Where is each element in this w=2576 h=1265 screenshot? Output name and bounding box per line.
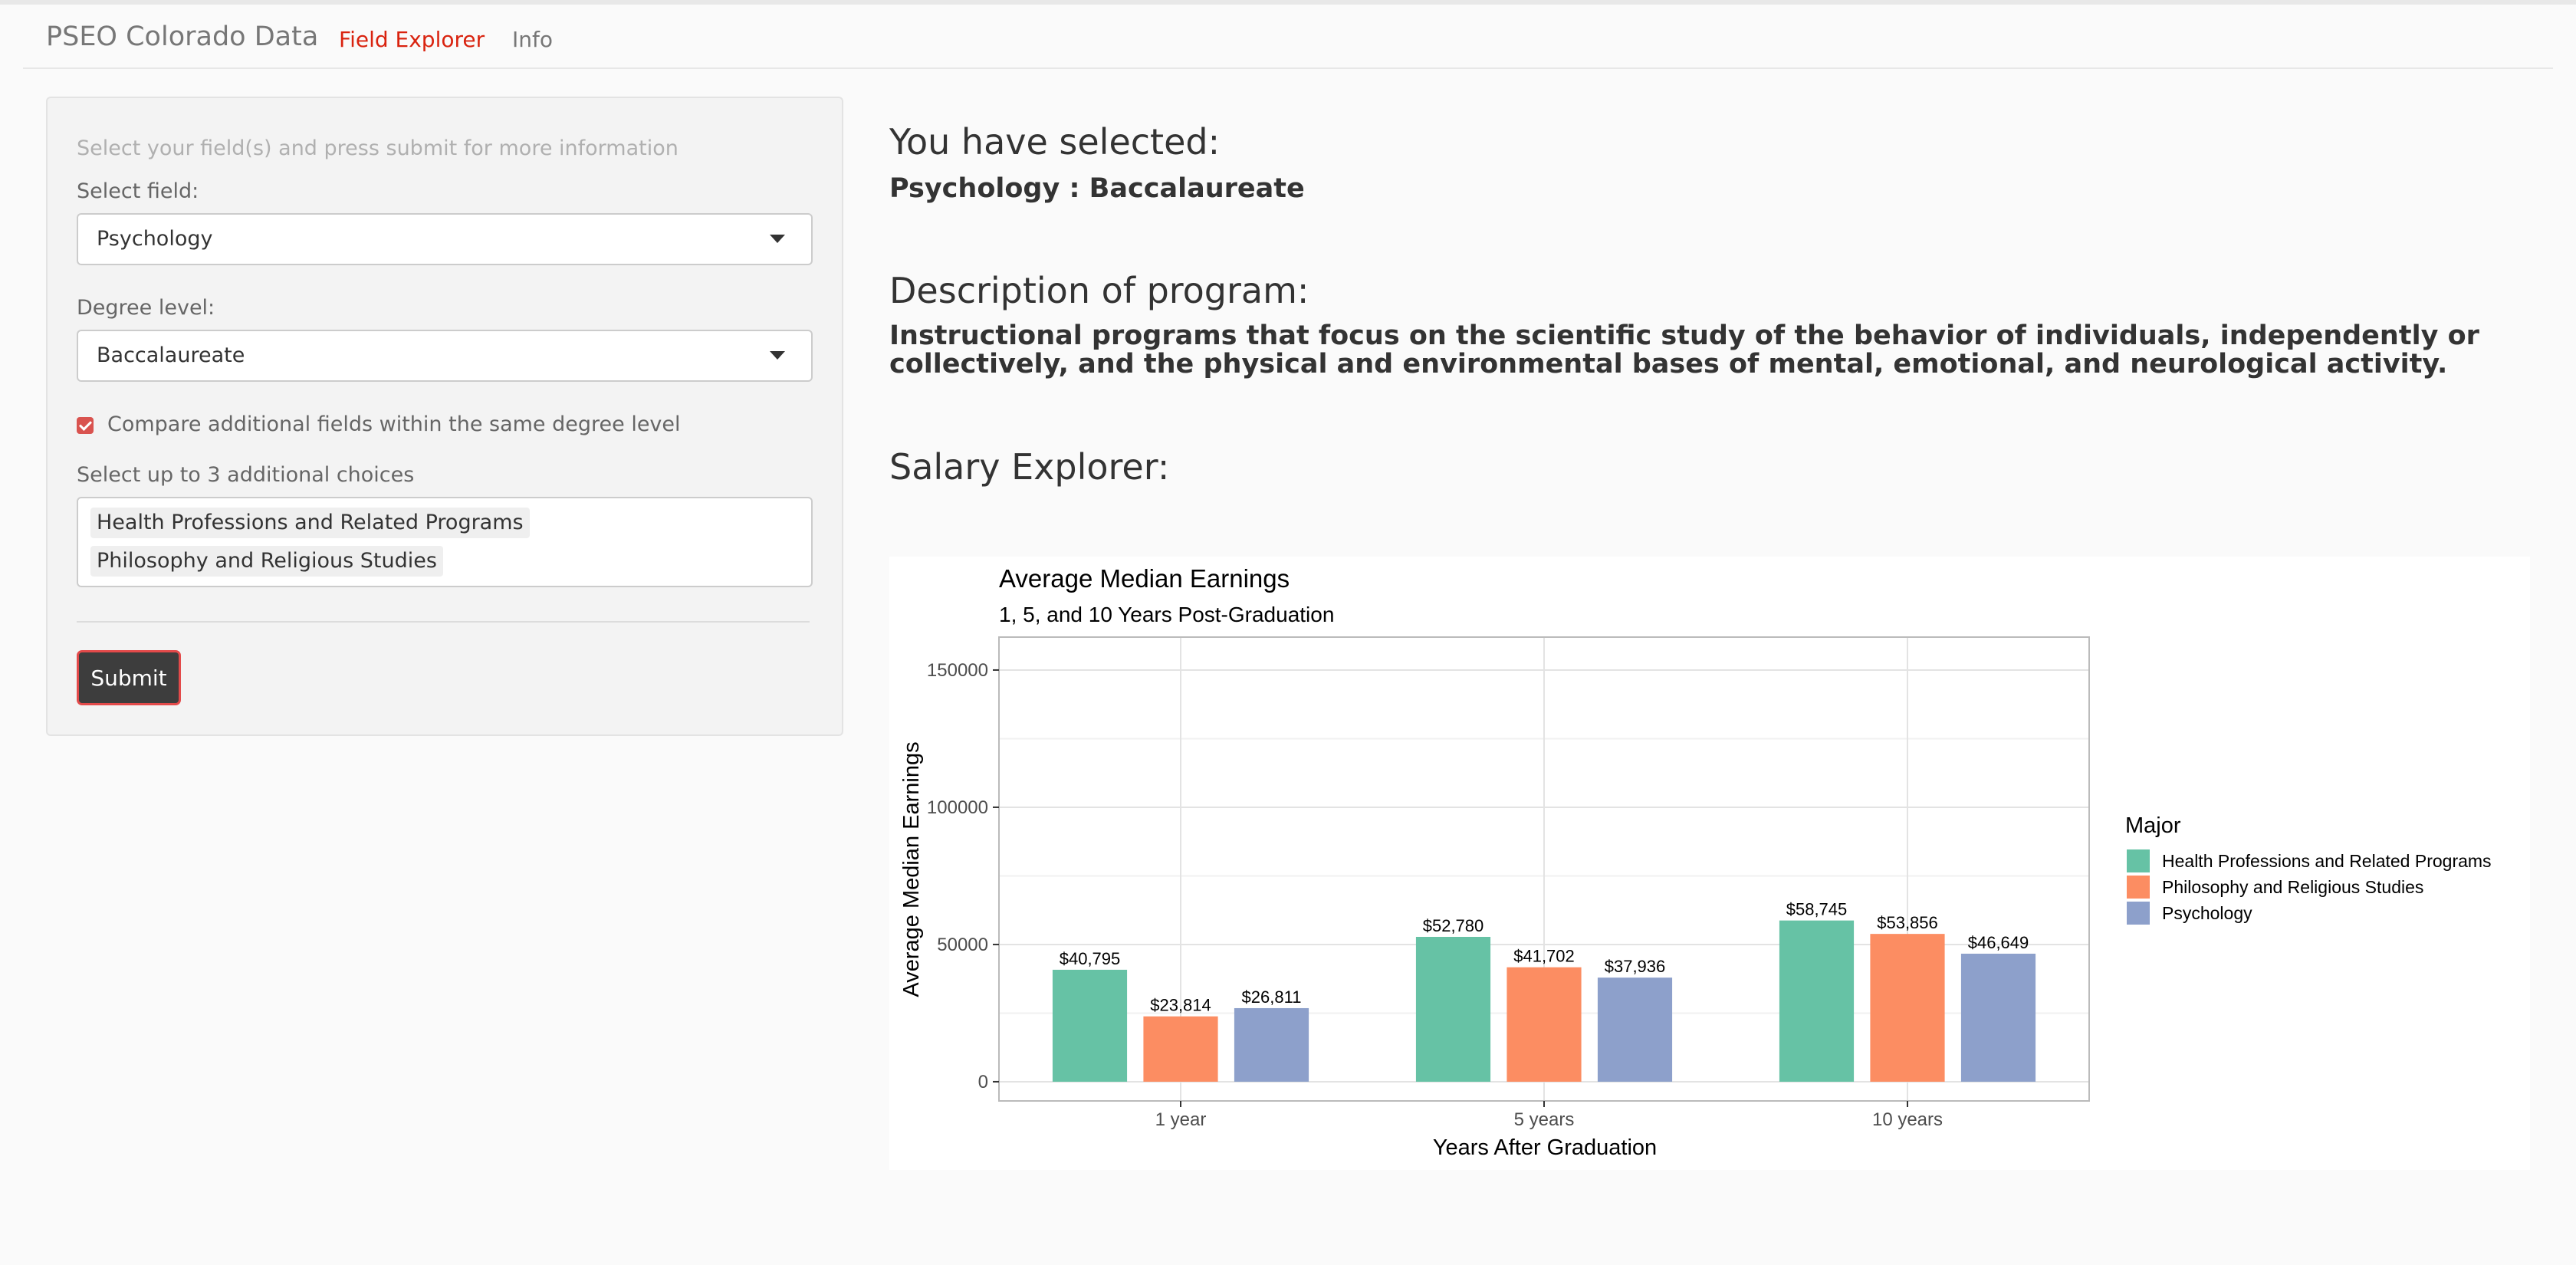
- field-select-value: Psychology: [97, 227, 213, 251]
- chevron-down-icon: [770, 235, 785, 243]
- bar-value-label: $40,795: [1060, 949, 1121, 968]
- field-select[interactable]: Psychology: [77, 213, 813, 265]
- x-axis-ticks: 1 year 5 years 10 years: [1155, 1101, 1943, 1130]
- submit-button[interactable]: Submit: [77, 650, 181, 705]
- chart-subtitle: 1, 5, and 10 Years Post-Graduation: [999, 603, 1334, 626]
- compare-checkbox[interactable]: [77, 417, 94, 434]
- bar-value-label: $46,649: [1968, 933, 2029, 952]
- description-heading: Description of program:: [889, 270, 1309, 311]
- selected-choice-chip[interactable]: Health Professions and Related Programs: [90, 508, 530, 538]
- app-brand[interactable]: PSEO Colorado Data: [46, 21, 318, 52]
- legend-label: Philosophy and Religious Studies: [2162, 877, 2423, 897]
- y-axis-ticks: 0 50000 100000 150000: [927, 660, 999, 1092]
- x-tick-label: 5 years: [1514, 1109, 1575, 1130]
- bar: [1960, 953, 2036, 1082]
- legend-label: Psychology: [2162, 903, 2252, 923]
- navbar: PSEO Colorado Data Field Explorer Info: [23, 5, 2553, 69]
- bar: [1234, 1007, 1309, 1082]
- chart-title: Average Median Earnings: [999, 564, 1290, 593]
- earnings-bar-chart: Average Median Earnings 1, 5, and 10 Yea…: [899, 564, 2492, 1160]
- legend-swatch: [2127, 849, 2150, 872]
- additional-choices-input[interactable]: Health Professions and Related Programs …: [77, 497, 813, 587]
- x-axis-title: Years After Graduation: [1433, 1135, 1657, 1160]
- description-text: Instructional programs that focus on the…: [889, 320, 2479, 380]
- bar: [1052, 969, 1128, 1082]
- bar-value-label: $23,814: [1150, 996, 1211, 1015]
- bar-value-label: $37,936: [1605, 957, 1666, 976]
- legend-swatch: [2127, 902, 2150, 925]
- degree-select-value: Baccalaureate: [97, 343, 245, 367]
- selected-choice-chip[interactable]: Philosophy and Religious Studies: [90, 546, 443, 577]
- bar-value-label: $41,702: [1513, 947, 1575, 966]
- y-axis-title: Average Median Earnings: [899, 741, 924, 997]
- legend-swatch: [2127, 876, 2150, 899]
- salary-chart-panel: Average Median Earnings 1, 5, and 10 Yea…: [889, 557, 2530, 1170]
- bar-value-label: $58,745: [1786, 900, 1848, 919]
- degree-select-label: Degree level:: [77, 296, 215, 320]
- y-tick-label: 0: [978, 1072, 988, 1092]
- compare-checkbox-label: Compare additional fields within the sam…: [107, 412, 681, 436]
- y-tick-label: 100000: [927, 797, 988, 818]
- sidebar-hint: Select your field(s) and press submit fo…: [77, 136, 678, 160]
- selected-value: Psychology : Baccalaureate: [889, 173, 1305, 204]
- degree-select[interactable]: Baccalaureate: [77, 330, 813, 382]
- selected-heading: You have selected:: [889, 121, 1221, 163]
- y-tick-label: 50000: [937, 935, 988, 955]
- x-tick-label: 10 years: [1872, 1109, 1943, 1130]
- y-tick-label: 150000: [927, 660, 988, 681]
- legend-title: Major: [2125, 813, 2181, 838]
- bar: [1143, 1016, 1218, 1082]
- field-select-label: Select field:: [77, 179, 199, 203]
- tab-info[interactable]: Info: [512, 27, 553, 52]
- salary-heading: Salary Explorer:: [889, 446, 1170, 488]
- bar: [1779, 920, 1855, 1082]
- legend-label: Health Professions and Related Programs: [2162, 851, 2492, 871]
- bar: [1870, 934, 1945, 1082]
- additional-choices-label: Select up to 3 additional choices: [77, 463, 415, 487]
- bar-value-label: $52,780: [1423, 916, 1484, 935]
- bar: [1506, 967, 1582, 1082]
- x-tick-label: 1 year: [1155, 1109, 1207, 1130]
- bar: [1597, 978, 1673, 1082]
- tab-field-explorer[interactable]: Field Explorer: [339, 27, 485, 52]
- bar-value-label: $53,856: [1877, 913, 1938, 932]
- chevron-down-icon: [770, 351, 785, 360]
- chart-legend: Health Professions and Related Programs P…: [2127, 849, 2492, 925]
- sidebar-panel: Select your field(s) and press submit fo…: [46, 97, 843, 736]
- sidebar-divider: [77, 621, 810, 623]
- bar-value-label: $26,811: [1242, 987, 1302, 1007]
- bar: [1415, 936, 1491, 1082]
